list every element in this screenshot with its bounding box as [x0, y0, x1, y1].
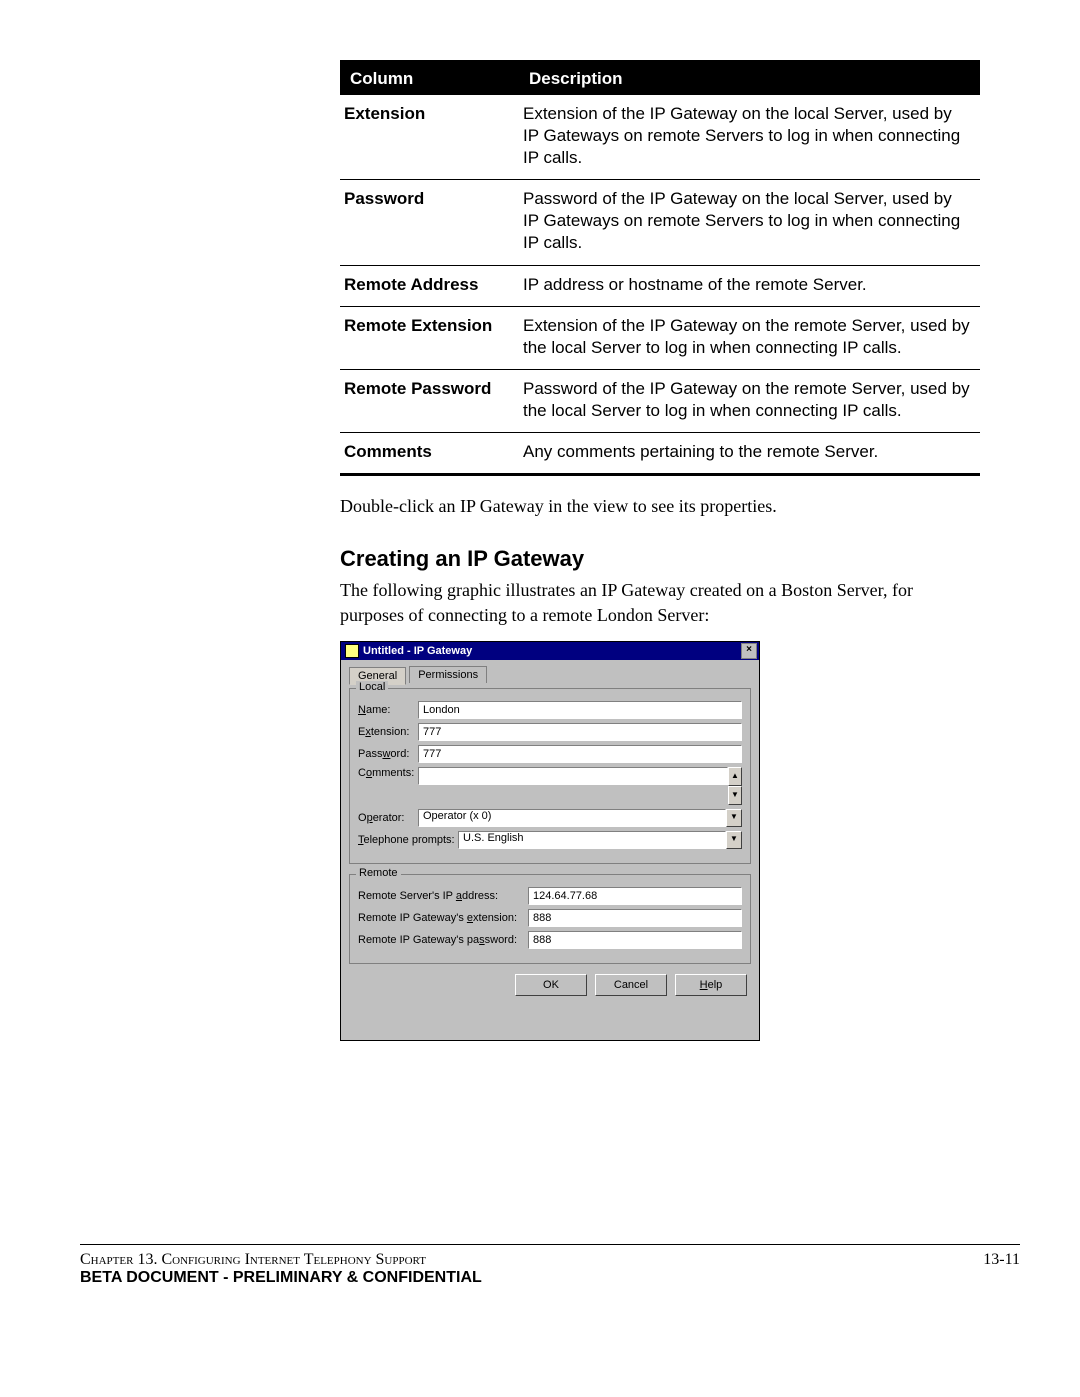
extension-field[interactable] [418, 723, 742, 741]
operator-combobox[interactable]: Operator (x 0) ▼ [418, 809, 742, 827]
cancel-button[interactable]: Cancel [595, 974, 667, 996]
app-icon [345, 644, 359, 658]
prompts-label: Telephone prompts: [358, 834, 458, 846]
table-row: CommentsAny comments pertaining to the r… [340, 433, 980, 475]
footer-chapter: Chapter 13. Configuring Internet Telepho… [80, 1251, 426, 1269]
remote-password-label: Remote IP Gateway's password: [358, 934, 528, 946]
page-footer: Chapter 13. Configuring Internet Telepho… [80, 1244, 1020, 1287]
password-field[interactable] [418, 745, 742, 763]
operator-value: Operator (x 0) [418, 809, 726, 827]
name-label: Name: [358, 704, 418, 716]
tab-permissions[interactable]: Permissions [409, 666, 487, 683]
extension-label: Extension: [358, 726, 418, 738]
remote-address-field[interactable] [528, 887, 742, 905]
page-number: 13-11 [983, 1251, 1020, 1269]
group-local-legend: Local [356, 681, 388, 693]
intro-paragraph: The following graphic illustrates an IP … [340, 578, 980, 627]
paragraph-after-table: Double-click an IP Gateway in the view t… [340, 494, 980, 518]
table-header-description: Description [519, 62, 980, 96]
comments-label: Comments: [358, 767, 418, 779]
table-header-column: Column [340, 62, 519, 96]
remote-password-field[interactable] [528, 931, 742, 949]
scroll-down-icon[interactable]: ▼ [728, 786, 742, 805]
table-row: Remote ExtensionExtension of the IP Gate… [340, 306, 980, 369]
table-row: Remote PasswordPassword of the IP Gatewa… [340, 369, 980, 432]
tab-strip: General Permissions [349, 666, 751, 684]
operator-label: Operator: [358, 812, 418, 824]
help-button[interactable]: Help [675, 974, 747, 996]
remote-extension-field[interactable] [528, 909, 742, 927]
prompts-combobox[interactable]: U.S. English ▼ [458, 831, 742, 849]
comments-field[interactable] [418, 767, 728, 785]
close-icon[interactable]: × [741, 643, 757, 659]
section-heading: Creating an IP Gateway [340, 546, 980, 572]
footer-banner: BETA DOCUMENT - PRELIMINARY & CONFIDENTI… [80, 1269, 1020, 1287]
ok-button[interactable]: OK [515, 974, 587, 996]
remote-address-label: Remote Server's IP address: [358, 890, 528, 902]
table-row: Remote AddressIP address or hostname of … [340, 265, 980, 306]
table-row: ExtensionExtension of the IP Gateway on … [340, 95, 980, 180]
scroll-up-icon[interactable]: ▲ [728, 767, 742, 786]
password-label: Password: [358, 748, 418, 760]
group-remote: Remote Remote Server's IP address: Remot… [349, 874, 751, 964]
ip-gateway-dialog: Untitled - IP Gateway × General Permissi… [340, 641, 760, 1041]
dialog-title-text: Untitled - IP Gateway [363, 642, 737, 660]
group-local: Local Name: Extension: Password: Co [349, 688, 751, 864]
table-row: PasswordPassword of the IP Gateway on th… [340, 180, 980, 265]
remote-extension-label: Remote IP Gateway's extension: [358, 912, 528, 924]
name-field[interactable] [418, 701, 742, 719]
prompts-value: U.S. English [458, 831, 726, 849]
column-description-table: Column Description ExtensionExtension of… [340, 60, 980, 476]
chevron-down-icon[interactable]: ▼ [726, 809, 742, 827]
group-remote-legend: Remote [356, 867, 401, 879]
chevron-down-icon[interactable]: ▼ [726, 831, 742, 849]
dialog-titlebar: Untitled - IP Gateway × [341, 642, 759, 660]
